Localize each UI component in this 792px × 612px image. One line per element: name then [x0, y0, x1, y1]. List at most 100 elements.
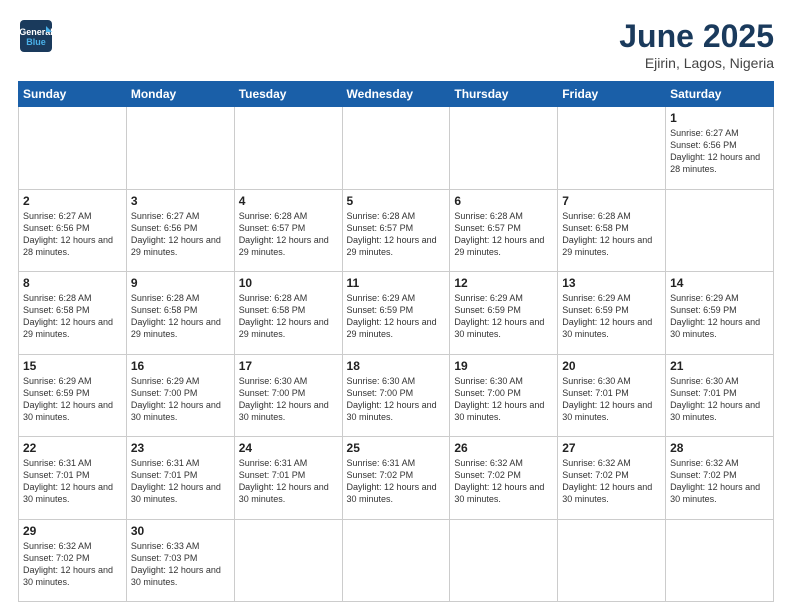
cell-info: Sunrise: 6:29 AMSunset: 6:59 PMDaylight:… [23, 376, 113, 422]
cell-info: Sunrise: 6:29 AMSunset: 6:59 PMDaylight:… [562, 293, 652, 339]
cell-info: Sunrise: 6:30 AMSunset: 7:01 PMDaylight:… [670, 376, 760, 422]
day-number: 1 [670, 111, 769, 125]
calendar-cell-20: 20 Sunrise: 6:30 AMSunset: 7:01 PMDayligh… [558, 354, 666, 437]
day-number: 2 [23, 194, 122, 208]
day-number: 20 [562, 359, 661, 373]
calendar-cell-27: 27 Sunrise: 6:32 AMSunset: 7:02 PMDayligh… [558, 437, 666, 520]
cell-info: Sunrise: 6:29 AMSunset: 6:59 PMDaylight:… [670, 293, 760, 339]
day-number: 23 [131, 441, 230, 455]
calendar-week-1: 1 Sunrise: 6:27 AMSunset: 6:56 PMDaylight… [19, 107, 774, 190]
day-header-tuesday: Tuesday [234, 82, 342, 107]
cell-info: Sunrise: 6:32 AMSunset: 7:02 PMDaylight:… [454, 458, 544, 504]
day-number: 24 [239, 441, 338, 455]
calendar-cell-13: 13 Sunrise: 6:29 AMSunset: 6:59 PMDayligh… [558, 272, 666, 355]
day-number: 15 [23, 359, 122, 373]
day-header-thursday: Thursday [450, 82, 558, 107]
cell-info: Sunrise: 6:29 AMSunset: 7:00 PMDaylight:… [131, 376, 221, 422]
calendar-cell-15: 15 Sunrise: 6:29 AMSunset: 6:59 PMDayligh… [19, 354, 127, 437]
calendar-cell-23: 23 Sunrise: 6:31 AMSunset: 7:01 PMDayligh… [126, 437, 234, 520]
day-number: 8 [23, 276, 122, 290]
calendar-cell-empty [558, 519, 666, 602]
cell-info: Sunrise: 6:27 AMSunset: 6:56 PMDaylight:… [131, 211, 221, 257]
calendar-cell-empty [342, 519, 450, 602]
cell-info: Sunrise: 6:32 AMSunset: 7:02 PMDaylight:… [23, 541, 113, 587]
calendar-week-3: 8 Sunrise: 6:28 AMSunset: 6:58 PMDaylight… [19, 272, 774, 355]
cell-info: Sunrise: 6:28 AMSunset: 6:57 PMDaylight:… [347, 211, 437, 257]
day-header-saturday: Saturday [666, 82, 774, 107]
day-number: 10 [239, 276, 338, 290]
calendar-header-row: SundayMondayTuesdayWednesdayThursdayFrid… [19, 82, 774, 107]
cell-info: Sunrise: 6:32 AMSunset: 7:02 PMDaylight:… [562, 458, 652, 504]
calendar-cell-empty [450, 107, 558, 190]
calendar-cell-empty [450, 519, 558, 602]
calendar-cell-5: 5 Sunrise: 6:28 AMSunset: 6:57 PMDaylight… [342, 189, 450, 272]
calendar-cell-16: 16Sunrise: 6:29 AMSunset: 7:00 PMDayligh… [126, 354, 234, 437]
cell-info: Sunrise: 6:30 AMSunset: 7:00 PMDaylight:… [454, 376, 544, 422]
day-number: 21 [670, 359, 769, 373]
title-block: June 2025 Ejirin, Lagos, Nigeria [619, 18, 774, 71]
day-number: 30 [131, 524, 230, 538]
day-number: 25 [347, 441, 446, 455]
day-number: 11 [347, 276, 446, 290]
svg-text:Blue: Blue [26, 37, 46, 47]
day-number: 29 [23, 524, 122, 538]
day-number: 3 [131, 194, 230, 208]
calendar-cell-11: 11Sunrise: 6:29 AMSunset: 6:59 PMDayligh… [342, 272, 450, 355]
day-number: 7 [562, 194, 661, 208]
calendar-cell-22: 22Sunrise: 6:31 AMSunset: 7:01 PMDayligh… [19, 437, 127, 520]
calendar-cell-30: 30Sunrise: 6:33 AMSunset: 7:03 PMDayligh… [126, 519, 234, 602]
day-number: 18 [347, 359, 446, 373]
day-number: 14 [670, 276, 769, 290]
logo-icon: General Blue [18, 18, 54, 54]
header: General Blue June 2025 Ejirin, Lagos, Ni… [18, 18, 774, 71]
day-number: 5 [347, 194, 446, 208]
day-number: 4 [239, 194, 338, 208]
cell-info: Sunrise: 6:29 AMSunset: 6:59 PMDaylight:… [454, 293, 544, 339]
location: Ejirin, Lagos, Nigeria [619, 55, 774, 71]
calendar-week-4: 15 Sunrise: 6:29 AMSunset: 6:59 PMDayligh… [19, 354, 774, 437]
day-number: 6 [454, 194, 553, 208]
day-number: 12 [454, 276, 553, 290]
day-number: 26 [454, 441, 553, 455]
day-header-wednesday: Wednesday [342, 82, 450, 107]
day-header-friday: Friday [558, 82, 666, 107]
calendar-table: SundayMondayTuesdayWednesdayThursdayFrid… [18, 81, 774, 602]
calendar-cell-empty [558, 107, 666, 190]
cell-info: Sunrise: 6:31 AMSunset: 7:01 PMDaylight:… [23, 458, 113, 504]
calendar-cell-14: 14 Sunrise: 6:29 AMSunset: 6:59 PMDayligh… [666, 272, 774, 355]
logo: General Blue [18, 18, 58, 54]
calendar-week-2: 2 Sunrise: 6:27 AMSunset: 6:56 PMDaylight… [19, 189, 774, 272]
cell-info: Sunrise: 6:28 AMSunset: 6:57 PMDaylight:… [454, 211, 544, 257]
cell-info: Sunrise: 6:30 AMSunset: 7:00 PMDaylight:… [347, 376, 437, 422]
cell-info: Sunrise: 6:30 AMSunset: 7:01 PMDaylight:… [562, 376, 652, 422]
day-number: 17 [239, 359, 338, 373]
calendar-cell-10: 10 Sunrise: 6:28 AMSunset: 6:58 PMDayligh… [234, 272, 342, 355]
day-number: 27 [562, 441, 661, 455]
calendar-cell-4: 4 Sunrise: 6:28 AMSunset: 6:57 PMDaylight… [234, 189, 342, 272]
day-header-sunday: Sunday [19, 82, 127, 107]
calendar-cell-empty [19, 107, 127, 190]
calendar-cell-3: 3 Sunrise: 6:27 AMSunset: 6:56 PMDaylight… [126, 189, 234, 272]
cell-info: Sunrise: 6:31 AMSunset: 7:01 PMDaylight:… [239, 458, 329, 504]
cell-info: Sunrise: 6:28 AMSunset: 6:58 PMDaylight:… [131, 293, 221, 339]
calendar-cell-26: 26 Sunrise: 6:32 AMSunset: 7:02 PMDayligh… [450, 437, 558, 520]
calendar-week-5: 22Sunrise: 6:31 AMSunset: 7:01 PMDayligh… [19, 437, 774, 520]
cell-info: Sunrise: 6:28 AMSunset: 6:57 PMDaylight:… [239, 211, 329, 257]
cell-info: Sunrise: 6:31 AMSunset: 7:01 PMDaylight:… [131, 458, 221, 504]
month-title: June 2025 [619, 18, 774, 55]
cell-info: Sunrise: 6:31 AMSunset: 7:02 PMDaylight:… [347, 458, 437, 504]
calendar-cell-21: 21 Sunrise: 6:30 AMSunset: 7:01 PMDayligh… [666, 354, 774, 437]
calendar-cell-9: 9 Sunrise: 6:28 AMSunset: 6:58 PMDaylight… [126, 272, 234, 355]
cell-info: Sunrise: 6:27 AMSunset: 6:56 PMDaylight:… [670, 128, 760, 174]
day-number: 9 [131, 276, 230, 290]
calendar-cell-29: 29 Sunrise: 6:32 AMSunset: 7:02 PMDayligh… [19, 519, 127, 602]
calendar-cell-empty [234, 107, 342, 190]
cell-info: Sunrise: 6:28 AMSunset: 6:58 PMDaylight:… [239, 293, 329, 339]
cell-info: Sunrise: 6:28 AMSunset: 6:58 PMDaylight:… [562, 211, 652, 257]
day-header-monday: Monday [126, 82, 234, 107]
day-number: 13 [562, 276, 661, 290]
calendar-cell-24: 24 Sunrise: 6:31 AMSunset: 7:01 PMDayligh… [234, 437, 342, 520]
calendar-cell-2: 2Sunrise: 6:27 AMSunset: 6:56 PMDaylight… [19, 189, 127, 272]
calendar-cell-18: 18 Sunrise: 6:30 AMSunset: 7:00 PMDayligh… [342, 354, 450, 437]
cell-info: Sunrise: 6:32 AMSunset: 7:02 PMDaylight:… [670, 458, 760, 504]
